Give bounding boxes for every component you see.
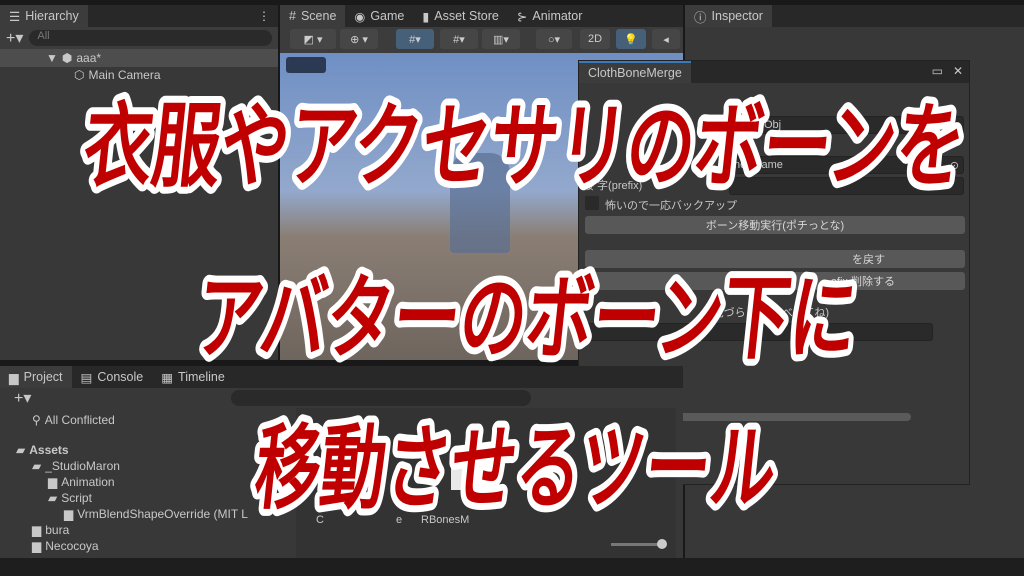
caption-line-3: 移動させるツール <box>250 414 781 522</box>
thumbnail-caption: 衣服やアクセサリのボーンを アバターのボーン下に 移動させるツール <box>72 85 977 529</box>
caption-line-1: 衣服やアクセサリのボーンを <box>79 92 970 200</box>
caption-line-2: アバターのボーン下に <box>191 264 862 372</box>
